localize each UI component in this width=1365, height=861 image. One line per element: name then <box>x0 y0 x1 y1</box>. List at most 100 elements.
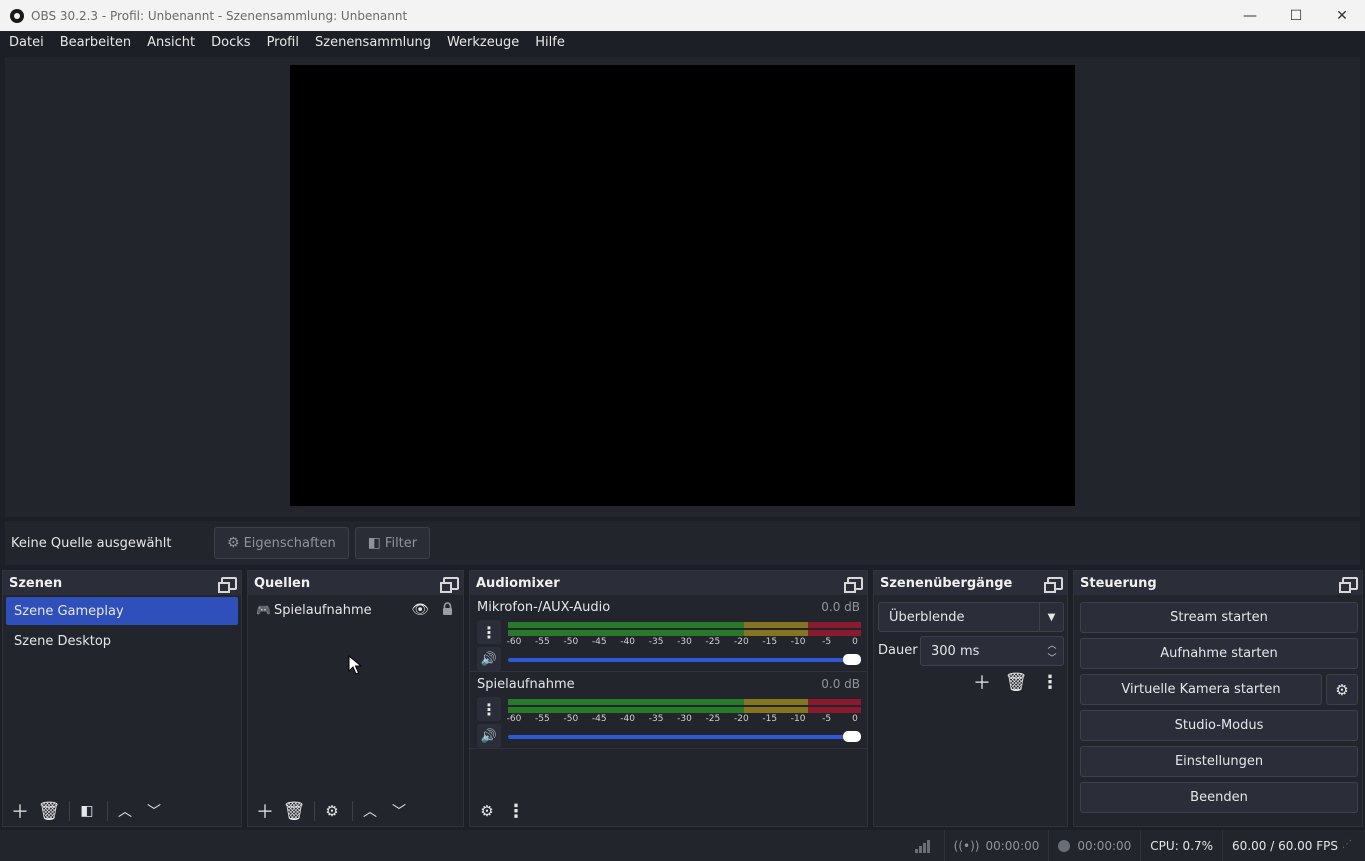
channel-name: Spielaufnahme <box>477 677 575 692</box>
meter-scale-tick: -40 <box>620 637 636 647</box>
remove-source-button[interactable]: 🗑 <box>281 798 307 824</box>
no-source-selected-label: Keine Quelle ausgewählt <box>11 535 172 551</box>
menu-werkzeuge[interactable]: Werkzeuge <box>439 31 527 55</box>
meter-scale: -60 -55 -50 -45 -40 -35 -30 -25 -20 -15 -10 -5 0 <box>506 637 861 649</box>
kebab-icon: ⋮ <box>507 800 525 822</box>
transitions-dock-title: Szenenübergänge <box>880 575 1013 591</box>
toolbar-separator <box>107 801 108 821</box>
studio-mode-button[interactable]: Studio-Modus <box>1080 710 1358 741</box>
duration-value: 300 ms <box>931 643 980 659</box>
volume-slider[interactable] <box>508 731 861 743</box>
volume-meter <box>508 699 861 713</box>
transition-menu-button[interactable]: ⋮ <box>1037 669 1063 695</box>
gear-icon: ⚙ <box>1335 680 1349 699</box>
meter-scale: -60 -55 -50 -45 -40 -35 -30 -25 -20 -15 -10 -5 0 <box>507 714 861 726</box>
properties-button[interactable]: ⚙ Eigenschaften <box>214 527 349 559</box>
chevron-down-icon: ﹀ <box>392 804 406 820</box>
channel-menu-button[interactable]: ⋮ <box>477 620 501 644</box>
chevron-down-icon[interactable]: ﹀ <box>1043 651 1061 664</box>
undock-icon[interactable] <box>1044 576 1063 593</box>
mute-button[interactable]: 🔊 <box>477 724 501 748</box>
gamepad-icon: 🎮 <box>256 603 271 617</box>
trash-icon: 🗑 <box>1004 671 1028 693</box>
virtual-camera-settings-button[interactable]: ⚙ <box>1326 674 1358 705</box>
mixer-menu-button[interactable]: ⋮ <box>503 798 529 824</box>
source-properties-button[interactable]: ⚙ <box>319 798 345 824</box>
maximize-button[interactable]: ☐ <box>1273 0 1319 31</box>
toolbar-separator <box>69 801 70 821</box>
meter-scale-tick: -55 <box>535 637 550 647</box>
cpu-usage: CPU: 0.7% <box>1150 838 1214 853</box>
undock-icon[interactable] <box>1339 576 1358 593</box>
close-button[interactable]: ✕ <box>1319 0 1365 31</box>
move-scene-down-button[interactable]: ﹀ <box>141 798 167 824</box>
meter-scale-tick: -20 <box>733 714 749 724</box>
volume-slider[interactable] <box>508 654 861 666</box>
meter-scale-tick: 0 <box>852 637 858 647</box>
channel-menu-button[interactable]: ⋮ <box>477 697 501 721</box>
meter-scale-tick: -35 <box>648 637 664 647</box>
status-bar: ((•)) 00:00:00 00:00:00 CPU: 0.7% 60.00 … <box>0 830 1365 861</box>
move-source-down-button[interactable]: ﹀ <box>386 798 412 824</box>
channel-name: Mikrofon-/AUX-Audio <box>477 600 611 615</box>
menu-ansicht[interactable]: Ansicht <box>139 31 203 55</box>
title-bar: OBS 30.2.3 - Profil: Unbenannt - Szenens… <box>0 0 1365 31</box>
meter-scale-tick: -10 <box>790 714 806 724</box>
scene-filter-button[interactable]: ◧ <box>74 798 100 824</box>
fps-value: 60.00 / 60.00 FPS <box>1232 838 1338 853</box>
meter-scale-tick: -60 <box>506 637 522 647</box>
preview-canvas[interactable] <box>290 65 1075 506</box>
volume-slider-thumb[interactable] <box>843 654 861 665</box>
mixer-channel: Mikrofon-/AUX-Audio 0.0 dB ⋮ 🔊 -60 -55 -5 0… <box>470 595 867 672</box>
volume-slider-thumb[interactable] <box>843 731 861 742</box>
resize-grip-icon[interactable]: ⋰ <box>1342 839 1356 853</box>
mute-button[interactable]: 🔊 <box>477 647 501 671</box>
advanced-audio-button[interactable]: ⚙ <box>474 798 500 824</box>
lock-icon[interactable] <box>442 602 453 616</box>
duration-input[interactable]: 300 ms ︿ ﹀ <box>920 636 1064 666</box>
undock-icon[interactable] <box>844 576 863 593</box>
filter-button[interactable]: ◧ Filter <box>354 527 431 559</box>
remove-transition-button[interactable]: 🗑 <box>1003 669 1029 695</box>
exit-button[interactable]: Beenden <box>1080 782 1358 813</box>
menu-szenensammlung[interactable]: Szenensammlung <box>307 31 439 55</box>
transition-select[interactable]: Überblende ▼ <box>878 602 1064 632</box>
add-transition-button[interactable]: ＋ <box>969 669 995 695</box>
meter-scale-tick: -45 <box>591 714 607 724</box>
source-item[interactable]: 🎮 Spielaufnahme 👁 <box>248 596 463 624</box>
scene-item[interactable]: Szene Desktop <box>6 627 238 655</box>
meter-scale-tick: -25 <box>705 714 721 724</box>
audiomixer-dock: Audiomixer Mikrofon-/AUX-Audio 0.0 dB ⋮ … <box>469 570 868 827</box>
recording-time: 00:00:00 <box>1077 838 1132 853</box>
stream-status: ((•)) 00:00:00 <box>943 830 1049 861</box>
undock-icon[interactable] <box>218 576 237 593</box>
meter-scale-tick: -5 <box>822 637 832 647</box>
add-scene-button[interactable]: ＋ <box>7 798 33 824</box>
scene-item[interactable]: Szene Gameplay <box>6 597 238 625</box>
meter-scale-tick: -25 <box>705 637 721 647</box>
settings-button[interactable]: Einstellungen <box>1080 746 1358 777</box>
controls-dock-header: Steuerung <box>1074 571 1362 595</box>
start-recording-button[interactable]: Aufnahme starten <box>1080 638 1358 669</box>
move-source-up-button[interactable]: ︿ <box>357 798 383 824</box>
menu-profil[interactable]: Profil <box>259 31 307 55</box>
move-scene-up-button[interactable]: ︿ <box>112 798 138 824</box>
menu-hilfe[interactable]: Hilfe <box>527 31 573 55</box>
menu-docks[interactable]: Docks <box>203 31 258 55</box>
start-virtual-camera-button[interactable]: Virtuelle Kamera starten <box>1080 674 1322 705</box>
source-item-label: Spielaufnahme <box>274 602 372 618</box>
chevron-down-icon: ▼ <box>1039 603 1063 631</box>
scenes-dock: Szenen Szene Gameplay Szene Desktop ＋ 🗑 … <box>2 570 242 827</box>
kebab-icon: ⋮ <box>1041 671 1059 693</box>
sources-dock-header: Quellen <box>248 571 463 595</box>
remove-scene-button[interactable]: 🗑 <box>36 798 62 824</box>
chevron-up-icon[interactable]: ︿ <box>1043 638 1061 651</box>
undock-icon[interactable] <box>440 576 459 593</box>
minimize-button[interactable]: — <box>1227 0 1273 31</box>
add-source-button[interactable]: ＋ <box>252 798 278 824</box>
menu-bearbeiten[interactable]: Bearbeiten <box>52 31 139 55</box>
channel-db: 0.0 dB <box>821 600 860 614</box>
start-stream-button[interactable]: Stream starten <box>1080 602 1358 633</box>
eye-icon[interactable]: 👁 <box>411 602 429 618</box>
menu-datei[interactable]: Datei <box>1 31 52 55</box>
